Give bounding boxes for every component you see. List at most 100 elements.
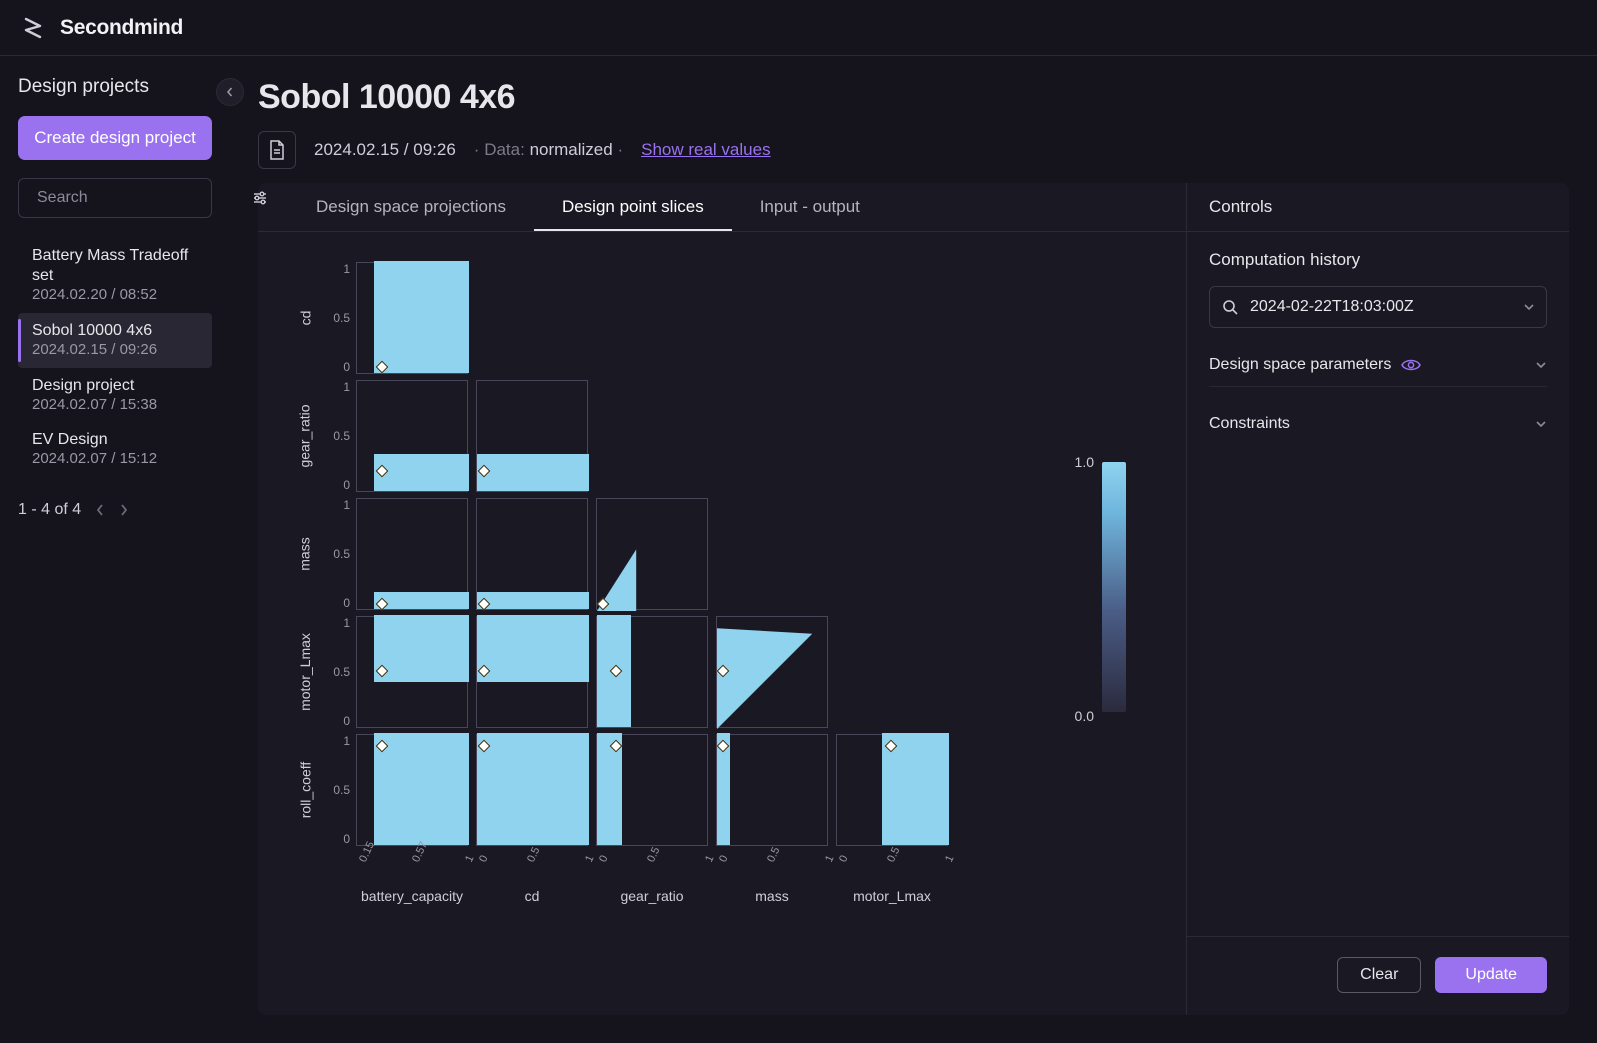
- project-pager: 1 - 4 of 4: [18, 501, 212, 519]
- plot-body: cd10.50gear_ratio10.50mass10.50motor_Lma…: [258, 232, 1186, 1015]
- history-label: Computation history: [1209, 250, 1547, 270]
- project-item[interactable]: EV Design2024.02.07 / 15:12: [18, 422, 212, 477]
- pairplot-cell: [596, 380, 708, 492]
- pager-range: 1 - 4 of 4: [18, 501, 81, 519]
- plot-tab[interactable]: Design space projections: [288, 183, 534, 231]
- eye-icon: [1401, 358, 1421, 372]
- filter-settings-button[interactable]: [252, 190, 268, 206]
- clear-button[interactable]: Clear: [1337, 957, 1421, 993]
- colorbar-max: 1.0: [1075, 454, 1094, 470]
- brand-name: Secondmind: [60, 16, 183, 40]
- project-item[interactable]: Battery Mass Tradeoff set2024.02.20 / 08…: [18, 238, 212, 313]
- document-icon: [268, 140, 286, 160]
- pager-next-button[interactable]: [119, 504, 129, 516]
- col-axis-labels: battery_capacitycdgear_ratiomassmotor_Lm…: [356, 888, 968, 904]
- accordion-constraints[interactable]: Constraints: [1209, 403, 1547, 445]
- feasible-region: [597, 499, 709, 611]
- pairplot-cell: [716, 498, 828, 610]
- sidebar-title: Design projects: [18, 76, 212, 98]
- pairplot-cell: [476, 262, 588, 374]
- history-value: 2024-02-22T18:03:00Z: [1250, 298, 1414, 316]
- plot-tab[interactable]: Input - output: [732, 183, 888, 231]
- row-axis-label: roll_coeff: [288, 734, 322, 846]
- project-search[interactable]: [18, 178, 212, 218]
- feasible-region: [374, 615, 469, 682]
- row-axis-label: mass: [288, 498, 322, 610]
- history-select[interactable]: 2024-02-22T18:03:00Z: [1209, 286, 1547, 328]
- sidebar: Design projects Create design project Ba…: [0, 56, 230, 1043]
- pairplot-cell: [356, 616, 468, 728]
- sidebar-collapse-button[interactable]: [216, 78, 244, 106]
- project-name: Design project: [32, 376, 200, 396]
- pairplot-cell: [476, 380, 588, 492]
- project-list: Battery Mass Tradeoff set2024.02.20 / 08…: [18, 238, 212, 477]
- controls-title: Controls: [1187, 183, 1569, 232]
- controls-panel: Controls Computation history 2024-02-22T…: [1187, 183, 1569, 1015]
- pairplot-cell: [596, 498, 708, 610]
- feasible-region: [374, 454, 469, 491]
- accordion-design-params[interactable]: Design space parameters: [1209, 344, 1547, 387]
- plot-tab[interactable]: Design point slices: [534, 183, 732, 231]
- page-title: Sobol 10000 4x6: [258, 78, 1569, 117]
- pairplot-cell: [356, 262, 468, 374]
- feasible-region: [477, 615, 589, 682]
- chevron-right-icon: [119, 504, 129, 516]
- pairplot-cell: [716, 380, 828, 492]
- row-axis-ticks: 10.50: [322, 734, 356, 846]
- chevron-left-icon: [225, 87, 235, 97]
- colorbar-min: 0.0: [1075, 708, 1094, 724]
- pairplot-cell: [476, 498, 588, 610]
- pairplot-cell: [356, 734, 468, 846]
- project-search-input[interactable]: [37, 189, 244, 207]
- project-date: 2024.02.07 / 15:38: [32, 396, 200, 415]
- pairplot-cell: [716, 616, 828, 728]
- pairplot-cell: [596, 262, 708, 374]
- feasible-region: [477, 733, 589, 845]
- plot-tabs: Design space projectionsDesign point sli…: [258, 183, 1186, 232]
- pairplot-cell: [356, 498, 468, 610]
- create-project-button[interactable]: Create design project: [18, 116, 212, 160]
- document-icon-button[interactable]: [258, 131, 296, 169]
- row-axis-label: cd: [288, 262, 322, 374]
- visibility-toggle[interactable]: [1401, 358, 1421, 372]
- show-real-values-link[interactable]: Show real values: [641, 140, 770, 160]
- pairplot-cell: [596, 616, 708, 728]
- pairplot-cell: [836, 616, 948, 728]
- project-name: Battery Mass Tradeoff set: [32, 246, 200, 286]
- pairplot-cell: [356, 380, 468, 492]
- plot-panel: Design space projectionsDesign point sli…: [258, 183, 1187, 1015]
- pairplot-grid: cd10.50gear_ratio10.50mass10.50motor_Lma…: [288, 262, 968, 904]
- project-item[interactable]: Design project2024.02.07 / 15:38: [18, 368, 212, 423]
- chevron-down-icon: [1535, 419, 1547, 429]
- row-axis-ticks: 10.50: [322, 616, 356, 728]
- chevron-down-icon: [1535, 360, 1547, 370]
- row-axis-ticks: 10.50: [322, 262, 356, 374]
- project-name: EV Design: [32, 430, 200, 450]
- sliders-icon: [252, 190, 268, 206]
- project-name: Sobol 10000 4x6: [32, 321, 200, 341]
- row-axis-label: motor_Lmax: [288, 616, 322, 728]
- search-icon: [1222, 299, 1238, 315]
- pager-prev-button[interactable]: [95, 504, 105, 516]
- page-timestamp: 2024.02.15 / 09:26: [314, 140, 456, 160]
- pairplot-cell: [596, 734, 708, 846]
- col-axis-ticks: 0.150.57100.5100.5100.5100.51: [356, 852, 968, 870]
- workspace: Design space projectionsDesign point sli…: [258, 183, 1569, 1015]
- page-meta: 2024.02.15 / 09:26 · Data: normalized · …: [258, 131, 1569, 169]
- pairplot-cell: [476, 734, 588, 846]
- pairplot-cell: [836, 262, 948, 374]
- feasible-region: [374, 733, 469, 845]
- feasible-region: [717, 617, 829, 729]
- app-topbar: Secondmind: [0, 0, 1597, 56]
- feasible-region: [374, 592, 469, 609]
- pairplot-cell: [716, 262, 828, 374]
- row-axis-ticks: 10.50: [322, 380, 356, 492]
- accordion-label: Constraints: [1209, 415, 1290, 433]
- pairplot-cell: [476, 616, 588, 728]
- feasible-region: [477, 454, 589, 491]
- update-button[interactable]: Update: [1435, 957, 1547, 993]
- main-content: Sobol 10000 4x6 2024.02.15 / 09:26 · Dat…: [230, 56, 1597, 1043]
- feasible-region: [374, 261, 469, 373]
- project-item[interactable]: Sobol 10000 4x62024.02.15 / 09:26: [18, 313, 212, 368]
- row-axis-ticks: 10.50: [322, 498, 356, 610]
